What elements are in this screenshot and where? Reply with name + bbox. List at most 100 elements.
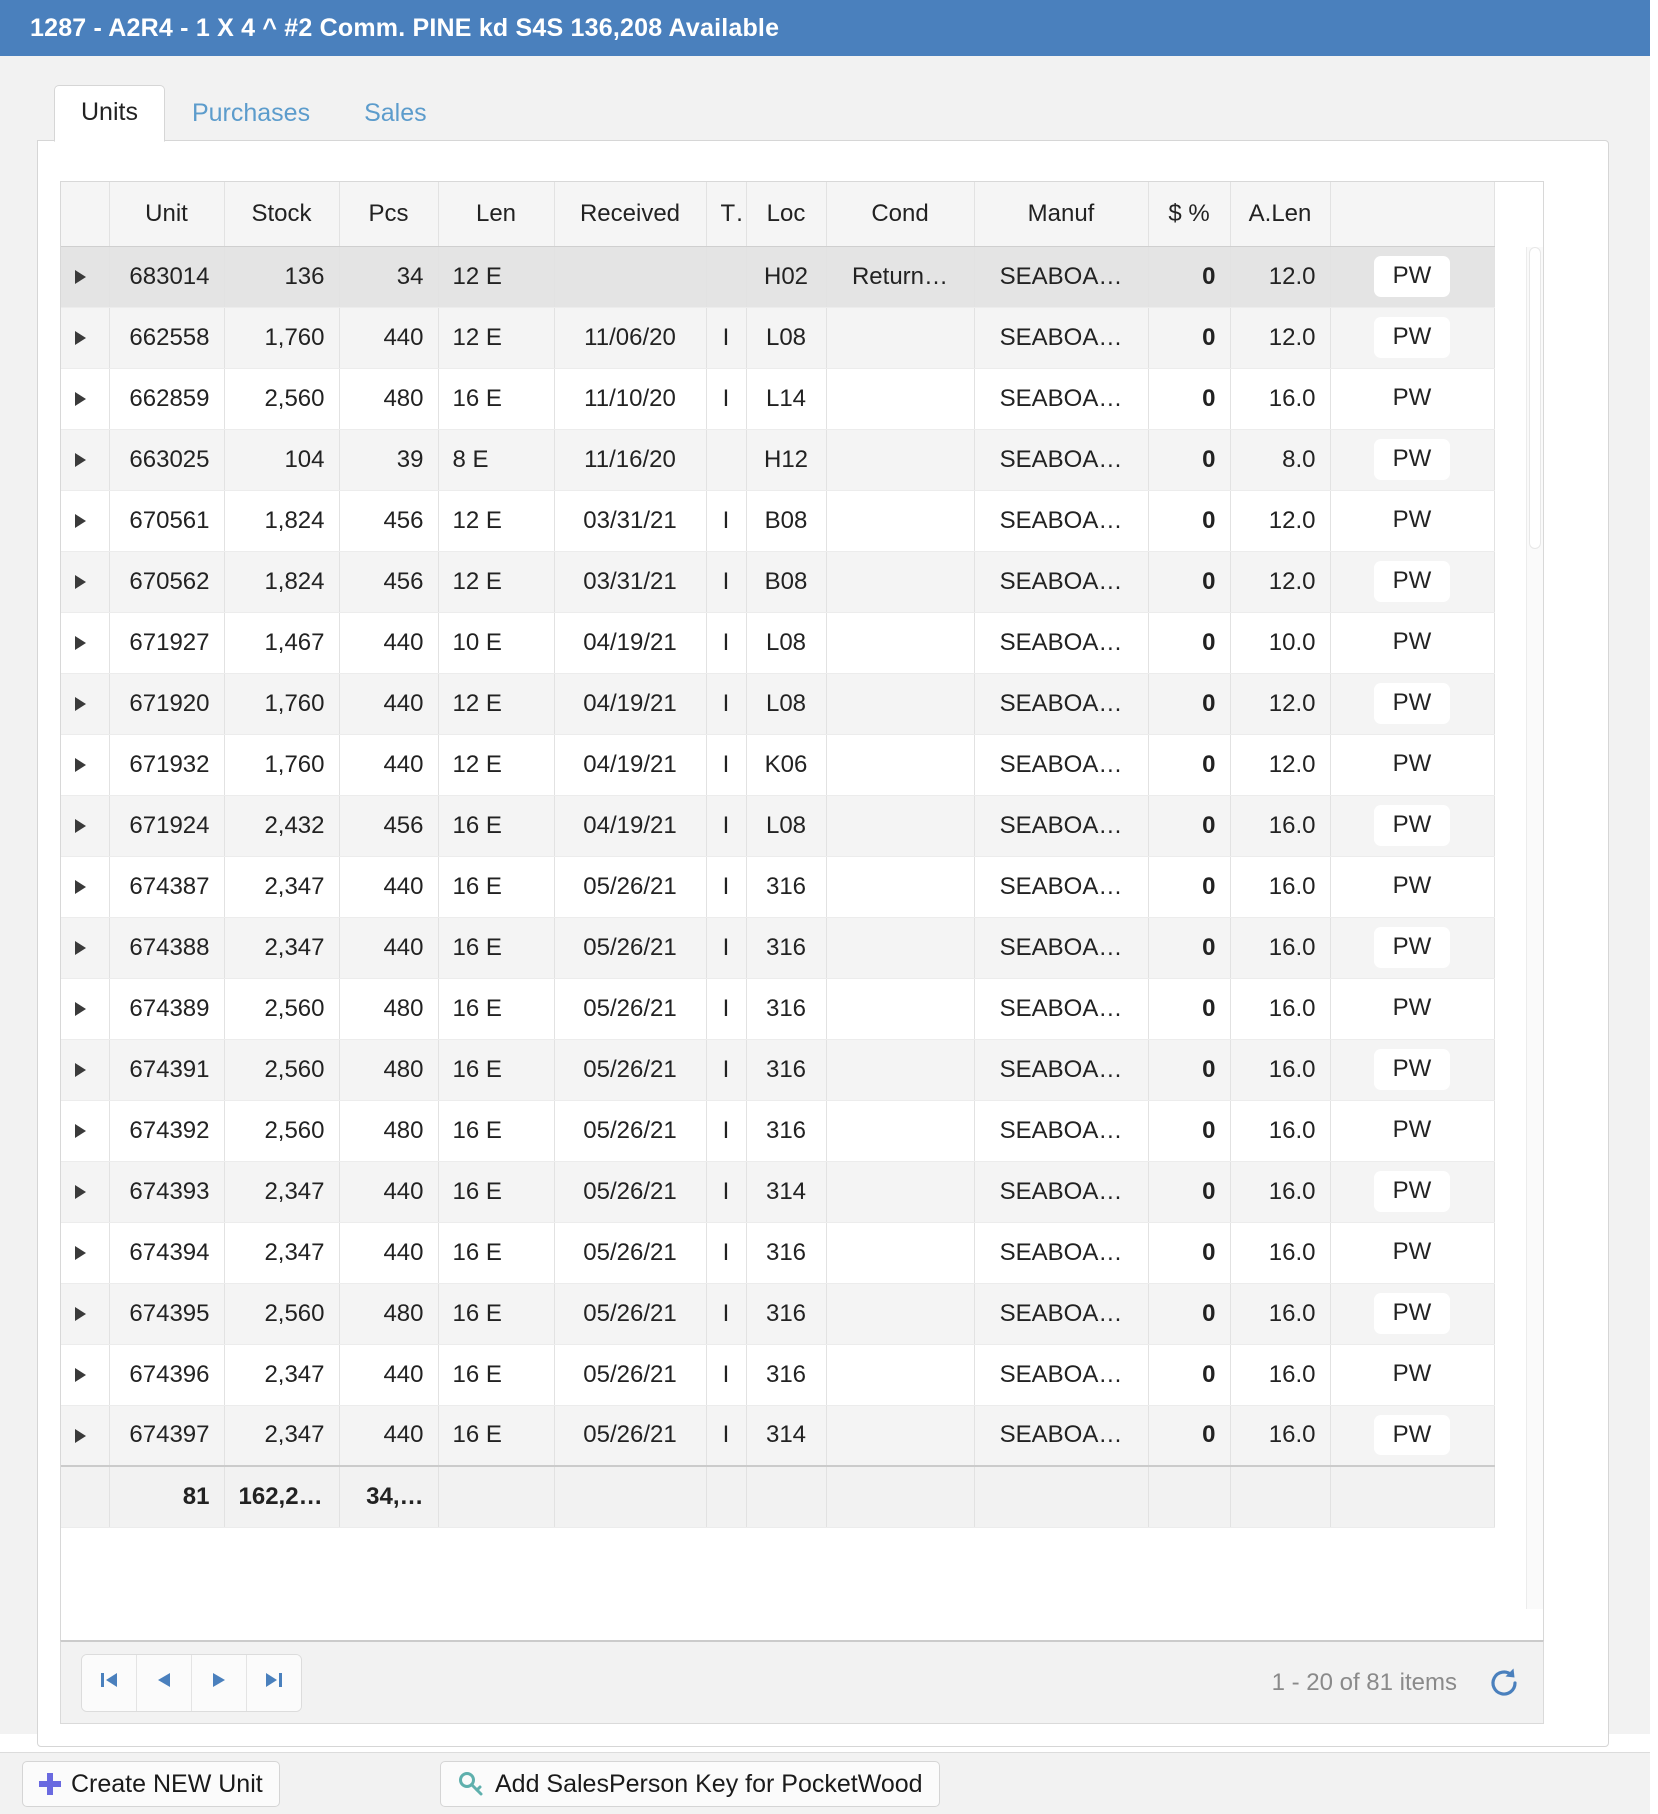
pocketwood-button[interactable]: PW (1374, 1110, 1451, 1150)
column-header-pcs[interactable]: Pcs (339, 182, 439, 247)
grid-vertical-scrollbar[interactable] (1526, 247, 1543, 1609)
pocketwood-button[interactable]: PW (1373, 805, 1451, 846)
column-header-stock[interactable]: Stock (224, 182, 340, 247)
expand-row-icon[interactable] (75, 1307, 86, 1322)
tab-units[interactable]: Units (54, 85, 165, 142)
row-expander-cell[interactable] (61, 1222, 110, 1284)
column-header-received[interactable]: Received (554, 182, 707, 247)
row-expander-cell[interactable] (61, 1344, 110, 1406)
column-header-alen[interactable]: A.Len (1230, 182, 1331, 247)
table-row[interactable]: 674389 2,560 480 16 E 05/26/21 I 316 SEABOA… 0 16… (61, 978, 1495, 1040)
go-to-first-page-button[interactable] (82, 1654, 137, 1711)
expand-row-icon[interactable] (75, 1124, 86, 1139)
pocketwood-button[interactable]: PW (1373, 1293, 1451, 1334)
pocketwood-button[interactable]: PW (1374, 744, 1451, 784)
refresh-icon[interactable] (1485, 1664, 1523, 1702)
row-expander-cell[interactable] (61, 307, 110, 369)
column-header-cond[interactable]: Cond (826, 182, 975, 247)
row-expander-cell[interactable] (61, 734, 110, 796)
pocketwood-button[interactable]: PW (1373, 1171, 1451, 1212)
pocketwood-button[interactable]: PW (1373, 1415, 1451, 1456)
expand-row-icon[interactable] (75, 1246, 86, 1261)
expand-row-icon[interactable] (75, 1368, 86, 1383)
pocketwood-button[interactable]: PW (1373, 439, 1451, 480)
column-header-dollar-percent[interactable]: $ % (1148, 182, 1231, 247)
next-page-button[interactable] (192, 1654, 247, 1711)
table-row[interactable]: 671927 1,467 440 10 E 04/19/21 I L08 SEABOA… 0 10… (61, 612, 1495, 674)
expand-row-icon[interactable] (75, 1063, 86, 1078)
pocketwood-button[interactable]: PW (1374, 1232, 1451, 1272)
create-new-unit-button[interactable]: Create NEW Unit (22, 1761, 280, 1807)
column-header-len[interactable]: Len (438, 182, 555, 247)
table-row[interactable]: 683014 136 34 12 E H02 Return… SEABOA… 0 12.0 PW (61, 246, 1495, 308)
pocketwood-button[interactable]: PW (1374, 378, 1451, 418)
column-header-t[interactable]: T (706, 182, 747, 247)
expand-row-icon[interactable] (75, 575, 86, 590)
tab-purchases[interactable]: Purchases (165, 86, 337, 142)
table-row[interactable]: 674387 2,347 440 16 E 05/26/21 I 316 SEABOA… 0 16… (61, 856, 1495, 918)
pocketwood-button[interactable]: PW (1373, 683, 1451, 724)
pocketwood-button[interactable]: PW (1374, 866, 1451, 906)
expand-row-icon[interactable] (75, 1185, 86, 1200)
row-expander-cell[interactable] (61, 1405, 110, 1467)
pocketwood-button[interactable]: PW (1374, 622, 1451, 662)
add-salesperson-key-button[interactable]: Add SalesPerson Key for PocketWood (440, 1761, 940, 1807)
row-expander-cell[interactable] (61, 1100, 110, 1162)
expand-row-icon[interactable] (75, 636, 86, 651)
table-row[interactable]: 662558 1,760 440 12 E 11/06/20 I L08 SEABOA… 0 12… (61, 307, 1495, 369)
table-row[interactable]: 674395 2,560 480 16 E 05/26/21 I 316 SEABOA… 0 16… (61, 1283, 1495, 1345)
expand-row-icon[interactable] (75, 514, 86, 529)
table-row[interactable]: 674392 2,560 480 16 E 05/26/21 I 316 SEABOA… 0 16… (61, 1100, 1495, 1162)
expand-row-icon[interactable] (75, 392, 86, 407)
table-row[interactable]: 674396 2,347 440 16 E 05/26/21 I 316 SEABOA… 0 16… (61, 1344, 1495, 1406)
row-expander-cell[interactable] (61, 551, 110, 613)
row-expander-cell[interactable] (61, 673, 110, 735)
expand-row-icon[interactable] (75, 331, 86, 346)
table-row[interactable]: 670561 1,824 456 12 E 03/31/21 I B08 SEABOA… 0 12… (61, 490, 1495, 552)
row-expander-cell[interactable] (61, 429, 110, 491)
row-expander-cell[interactable] (61, 1039, 110, 1101)
pocketwood-button[interactable]: PW (1373, 561, 1451, 602)
previous-page-button[interactable] (137, 1654, 192, 1711)
go-to-last-page-button[interactable] (247, 1654, 301, 1711)
row-expander-cell[interactable] (61, 368, 110, 430)
row-expander-cell[interactable] (61, 795, 110, 857)
expand-row-icon[interactable] (75, 697, 86, 712)
pocketwood-button[interactable]: PW (1374, 988, 1451, 1028)
tab-sales[interactable]: Sales (337, 86, 454, 142)
expand-row-icon[interactable] (75, 819, 86, 834)
row-expander-cell[interactable] (61, 490, 110, 552)
expand-row-icon[interactable] (75, 880, 86, 895)
table-row[interactable]: 674393 2,347 440 16 E 05/26/21 I 314 SEABOA… 0 16… (61, 1161, 1495, 1223)
row-expander-cell[interactable] (61, 917, 110, 979)
table-row[interactable]: 674391 2,560 480 16 E 05/26/21 I 316 SEABOA… 0 16… (61, 1039, 1495, 1101)
table-row[interactable]: 663025 104 39 8 E 11/16/20 H12 SEABOA… 0 8.0 PW (61, 429, 1495, 491)
table-row[interactable]: 671924 2,432 456 16 E 04/19/21 I L08 SEABOA… 0 16… (61, 795, 1495, 857)
grid-scrollbar-thumb[interactable] (1529, 247, 1541, 549)
expand-row-icon[interactable] (75, 1002, 86, 1017)
pocketwood-button[interactable]: PW (1373, 927, 1451, 968)
table-row[interactable]: 674394 2,347 440 16 E 05/26/21 I 316 SEABOA… 0 16… (61, 1222, 1495, 1284)
pocketwood-button[interactable]: PW (1373, 317, 1451, 358)
column-header-manuf[interactable]: Manuf (974, 182, 1149, 247)
expand-row-icon[interactable] (75, 453, 86, 468)
row-expander-cell[interactable] (61, 246, 110, 308)
table-row[interactable]: 674388 2,347 440 16 E 05/26/21 I 316 SEABOA… 0 16… (61, 917, 1495, 979)
expand-row-icon[interactable] (75, 941, 86, 956)
row-expander-cell[interactable] (61, 1283, 110, 1345)
table-row[interactable]: 671932 1,760 440 12 E 04/19/21 I K06 SEABOA… 0 12… (61, 734, 1495, 796)
column-header-unit[interactable]: Unit (109, 182, 225, 247)
table-row[interactable]: 674397 2,347 440 16 E 05/26/21 I 314 SEABOA… 0 16… (61, 1405, 1495, 1467)
row-expander-cell[interactable] (61, 856, 110, 918)
expand-row-icon[interactable] (75, 270, 86, 285)
row-expander-cell[interactable] (61, 978, 110, 1040)
expand-row-icon[interactable] (75, 1428, 86, 1443)
row-expander-cell[interactable] (61, 1161, 110, 1223)
pocketwood-button[interactable]: PW (1373, 256, 1451, 297)
pocketwood-button[interactable]: PW (1374, 500, 1451, 540)
pocketwood-button[interactable]: PW (1374, 1354, 1451, 1394)
pocketwood-button[interactable]: PW (1373, 1049, 1451, 1090)
row-expander-cell[interactable] (61, 612, 110, 674)
table-row[interactable]: 670562 1,824 456 12 E 03/31/21 I B08 SEABOA… 0 12… (61, 551, 1495, 613)
table-row[interactable]: 671920 1,760 440 12 E 04/19/21 I L08 SEABOA… 0 12… (61, 673, 1495, 735)
